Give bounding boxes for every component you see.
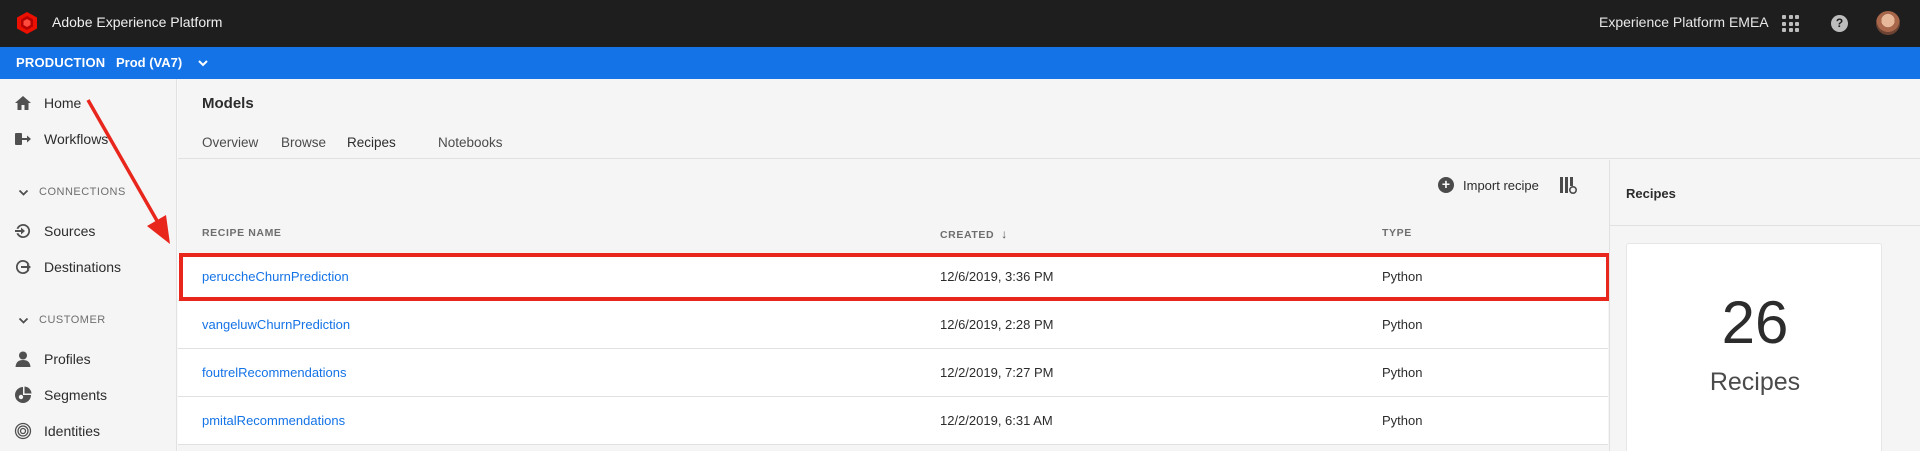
created-cell: 12/6/2019, 3:36 PM — [940, 269, 1054, 284]
table-row[interactable]: vangeluwChurnPrediction 12/6/2019, 2:28 … — [178, 301, 1608, 349]
app-title[interactable]: Adobe Experience Platform — [52, 14, 222, 30]
home-icon — [15, 96, 31, 110]
person-icon — [15, 351, 31, 367]
environment-bar: PRODUCTION Prod (VA7) — [0, 47, 1920, 79]
sidebar-item-label: Workflows — [44, 131, 109, 147]
help-icon[interactable]: ? — [1831, 15, 1848, 32]
type-cell: Python — [1382, 317, 1423, 332]
sidebar-item-label: Identities — [44, 423, 101, 439]
created-cell: 12/2/2019, 6:31 AM — [940, 413, 1053, 428]
add-circle-icon: + — [1438, 177, 1454, 193]
segments-icon — [15, 386, 32, 403]
sidebar-item-label: Sources — [44, 223, 96, 239]
sidebar-item-workflows[interactable]: Workflows — [14, 127, 108, 151]
section-label: CONNECTIONS — [39, 186, 126, 198]
sidebar-item-label: Profiles — [44, 351, 91, 367]
recipe-name-link[interactable]: peruccheChurnPrediction — [202, 269, 349, 284]
sandbox-name[interactable]: Prod (VA7) — [116, 55, 182, 70]
sidebar-item-destinations[interactable]: Destinations — [14, 255, 121, 279]
section-connections[interactable]: CONNECTIONS — [18, 186, 126, 198]
sidebar: Home Workflows CONNECTIONS Sources Desti… — [0, 79, 177, 451]
column-settings-icon[interactable] — [1559, 176, 1577, 194]
fingerprint-icon — [14, 422, 32, 440]
recipe-name-link[interactable]: pmitalRecommendations — [202, 413, 345, 428]
sidebar-item-segments[interactable]: Segments — [14, 383, 107, 407]
type-cell: Python — [1382, 413, 1423, 428]
recipe-name-link[interactable]: vangeluwChurnPrediction — [202, 317, 350, 332]
sidebar-item-label: Segments — [44, 387, 108, 403]
recipe-name-link[interactable]: foutrelRecommendations — [202, 365, 347, 380]
right-panel-title: Recipes — [1626, 186, 1676, 201]
section-customer[interactable]: CUSTOMER — [18, 314, 106, 326]
column-header-created-label: CREATED — [940, 229, 995, 241]
app-switcher-icon[interactable] — [1782, 15, 1799, 32]
created-cell: 12/2/2019, 7:27 PM — [940, 365, 1054, 380]
created-cell: 12/6/2019, 2:28 PM — [940, 317, 1054, 332]
org-switcher[interactable]: Experience Platform EMEA — [1599, 14, 1769, 30]
sidebar-item-label: Destinations — [44, 259, 122, 275]
destinations-icon — [15, 259, 31, 274]
sidebar-item-sources[interactable]: Sources — [14, 219, 95, 243]
column-header-type[interactable]: TYPE — [1382, 227, 1412, 239]
recipe-count-label: Recipes — [1709, 368, 1801, 396]
type-cell: Python — [1382, 269, 1423, 284]
table-row[interactable]: foutrelRecommendations 12/2/2019, 7:27 P… — [178, 349, 1608, 397]
sidebar-item-home[interactable]: Home — [14, 91, 81, 115]
table-row[interactable]: pmitalRecommendations 12/2/2019, 6:31 AM… — [178, 397, 1608, 445]
chevron-down-icon — [18, 317, 29, 324]
sources-icon — [15, 223, 31, 238]
workflow-icon — [15, 133, 31, 145]
import-recipe-label: Import recipe — [1463, 177, 1539, 193]
environment-label: PRODUCTION — [16, 55, 106, 70]
chevron-down-icon[interactable] — [196, 56, 210, 70]
import-recipe-button[interactable]: + Import recipe — [1438, 176, 1539, 194]
column-header-created[interactable]: CREATED ↓ — [940, 227, 1008, 241]
avatar[interactable] — [1876, 11, 1900, 35]
recipe-count-card: 26 Recipes — [1626, 243, 1882, 451]
right-panel-divider — [1609, 225, 1920, 226]
adobe-logo-icon[interactable] — [15, 11, 39, 35]
tabs-divider — [178, 158, 1920, 159]
table-row[interactable]: peruccheChurnPrediction 12/6/2019, 3:36 … — [178, 253, 1608, 301]
section-label: CUSTOMER — [39, 314, 106, 326]
chevron-down-icon — [18, 189, 29, 196]
top-bar: Adobe Experience Platform Experience Pla… — [0, 0, 1920, 47]
column-header-name[interactable]: RECIPE NAME — [202, 227, 282, 239]
page-title: Models — [202, 95, 254, 112]
sidebar-item-identities[interactable]: Identities — [14, 419, 100, 443]
sidebar-item-profiles[interactable]: Profiles — [14, 347, 91, 371]
sidebar-item-label: Home — [44, 95, 82, 111]
sort-descending-icon: ↓ — [1001, 227, 1008, 241]
type-cell: Python — [1382, 365, 1423, 380]
recipe-count: 26 — [1721, 289, 1789, 356]
